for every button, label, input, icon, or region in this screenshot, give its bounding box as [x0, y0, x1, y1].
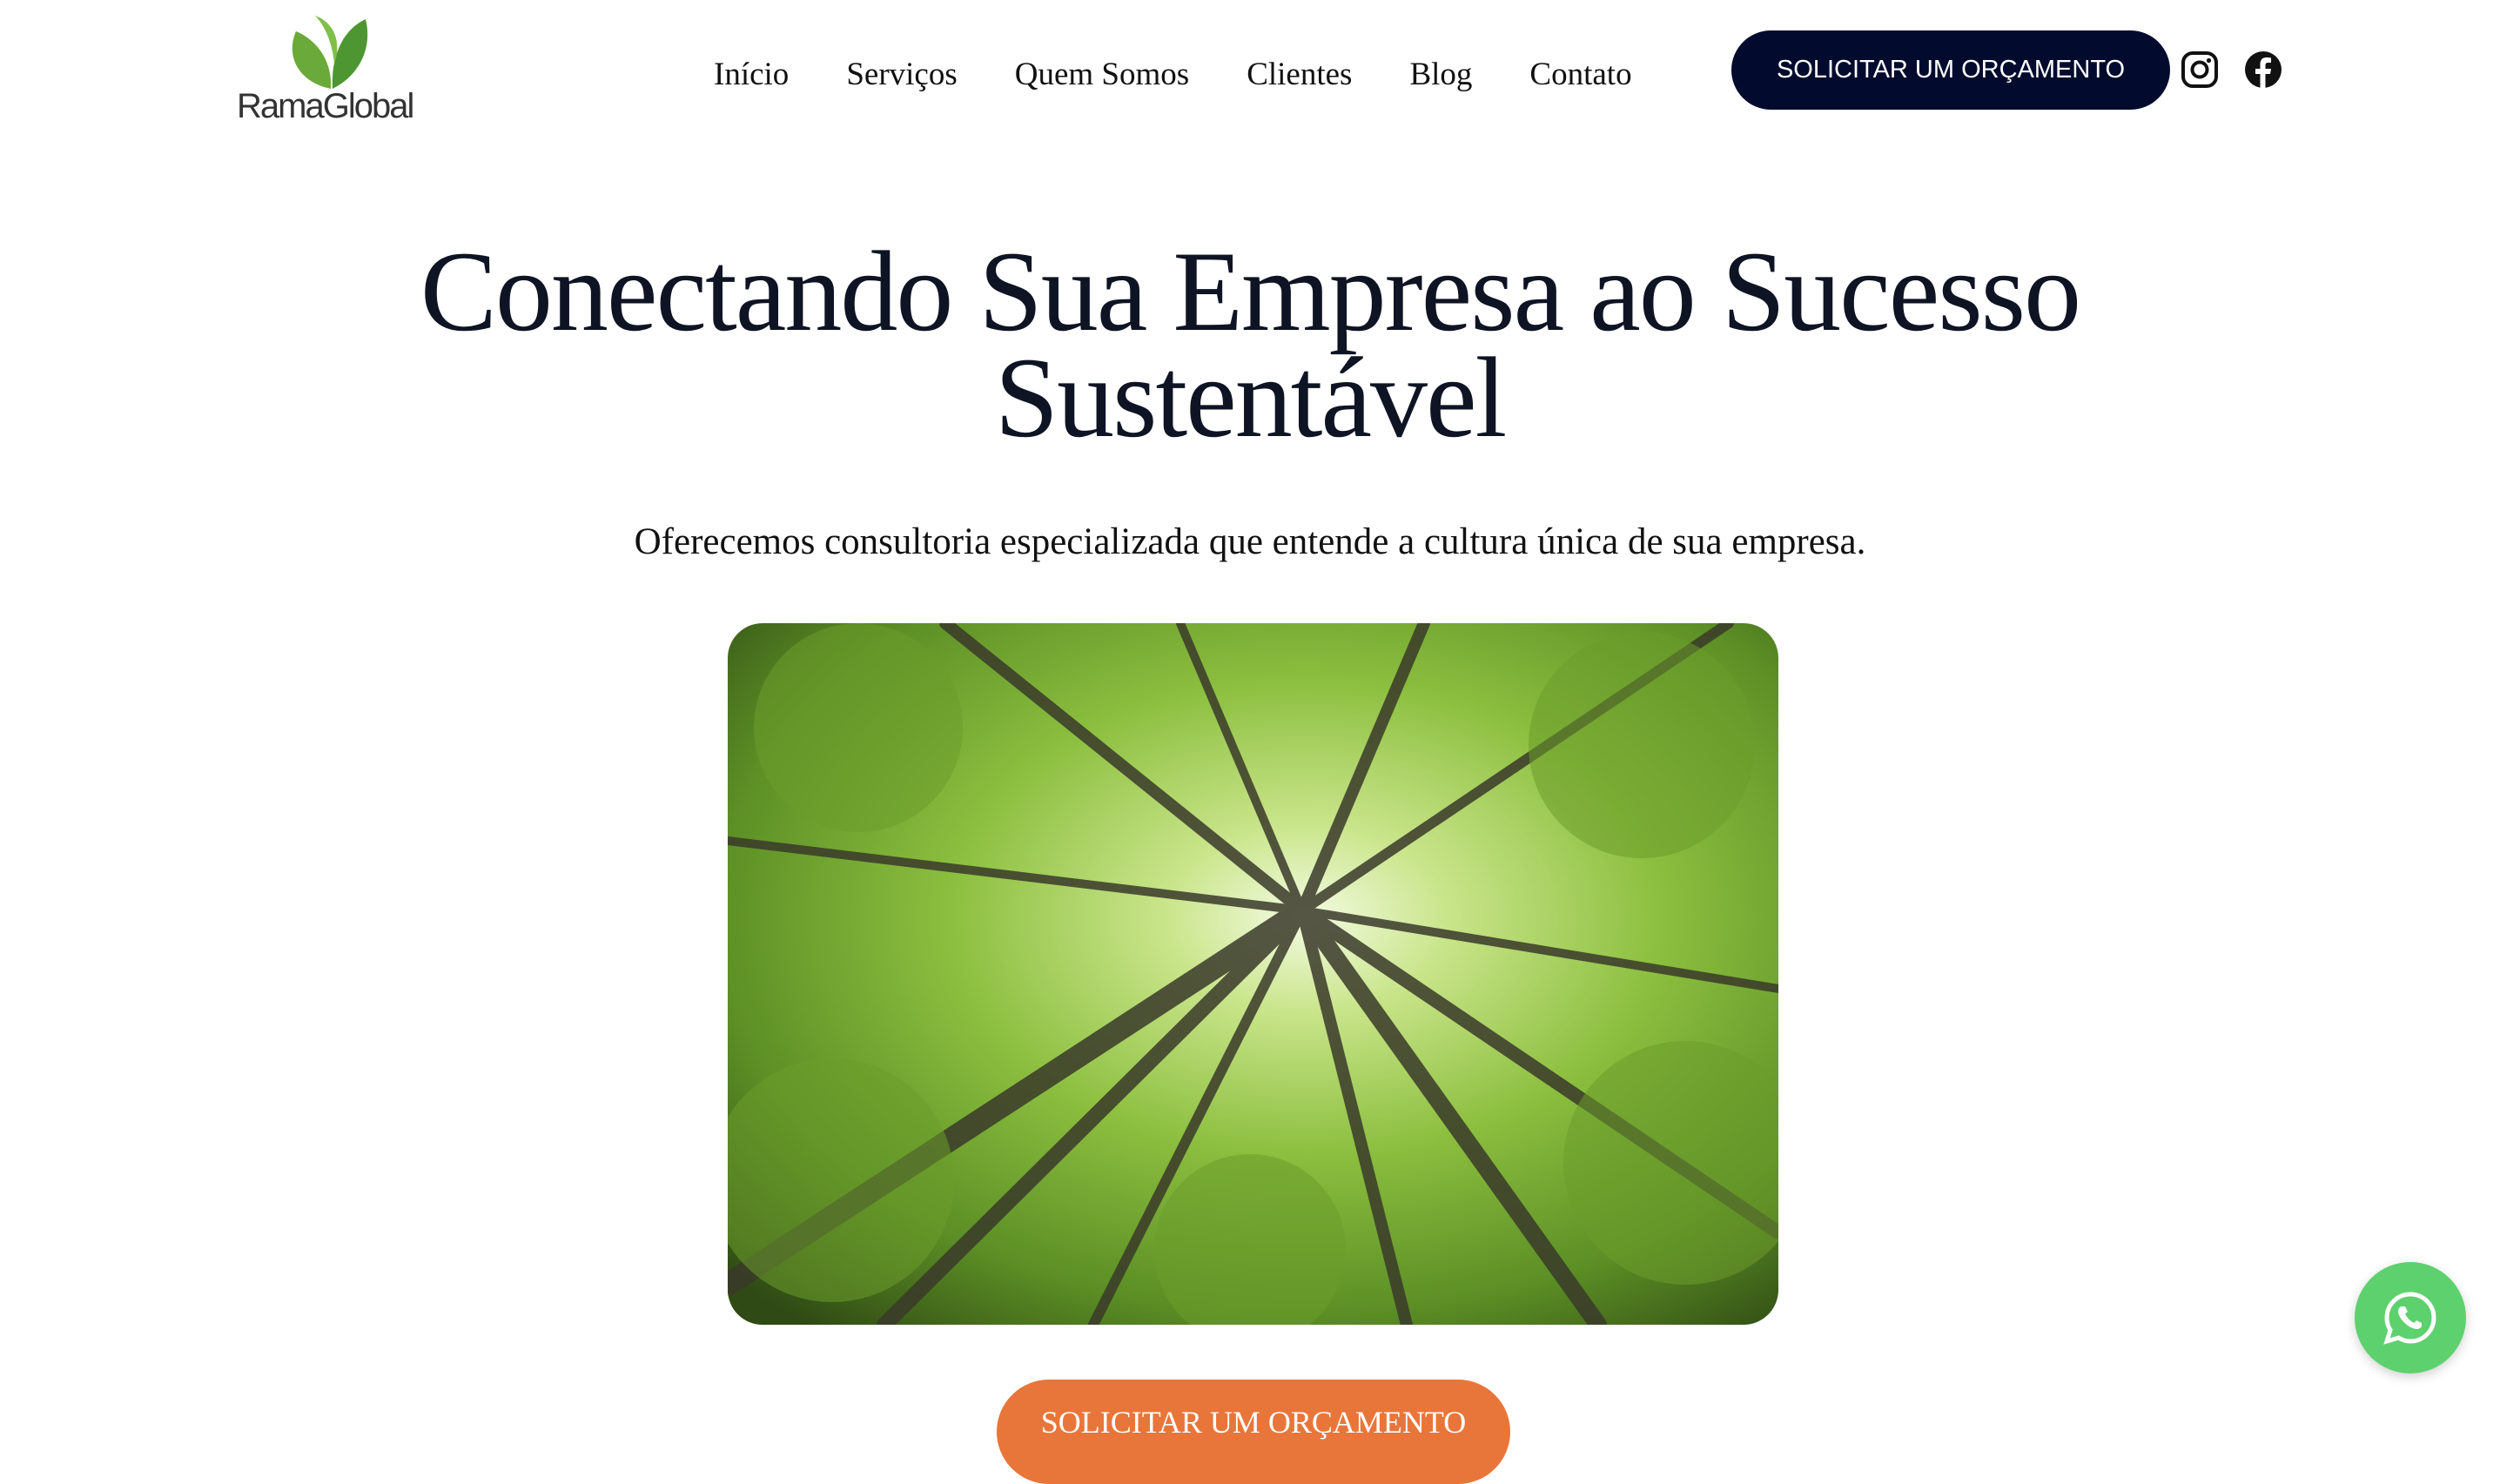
- nav-item-contato[interactable]: Contato: [1529, 56, 1631, 93]
- nav-item-blog[interactable]: Blog: [1409, 56, 1472, 93]
- hero-request-quote-button[interactable]: SOLICITAR UM ORÇAMENTO: [997, 1380, 1510, 1484]
- logo-wordmark: RamaGlobal: [237, 87, 414, 125]
- site-logo[interactable]: RamaGlobal: [235, 12, 444, 125]
- instagram-icon[interactable]: [2181, 50, 2219, 89]
- hero-title-line-2: Sustentável: [994, 333, 1508, 461]
- nav-item-clientes[interactable]: Clientes: [1247, 56, 1352, 93]
- forest-canopy-image: [728, 623, 1778, 1325]
- request-quote-button[interactable]: SOLICITAR UM ORÇAMENTO: [1731, 30, 2170, 110]
- hero-title: Conectando Sua Empresa ao Sucesso Susten…: [0, 234, 2500, 455]
- facebook-icon[interactable]: [2244, 50, 2282, 89]
- nav-item-quem-somos[interactable]: Quem Somos: [1015, 56, 1189, 93]
- nav-item-servicos[interactable]: Serviços: [846, 56, 957, 93]
- whatsapp-button[interactable]: [2355, 1262, 2466, 1373]
- main-nav: Início Serviços Quem Somos Clientes Blog…: [714, 48, 1632, 100]
- hero-subtitle: Oferecemos consultoria especializada que…: [634, 521, 1866, 562]
- leaf-icon: [292, 16, 368, 89]
- whatsapp-icon: [2383, 1292, 2436, 1345]
- nav-item-inicio[interactable]: Início: [714, 56, 789, 93]
